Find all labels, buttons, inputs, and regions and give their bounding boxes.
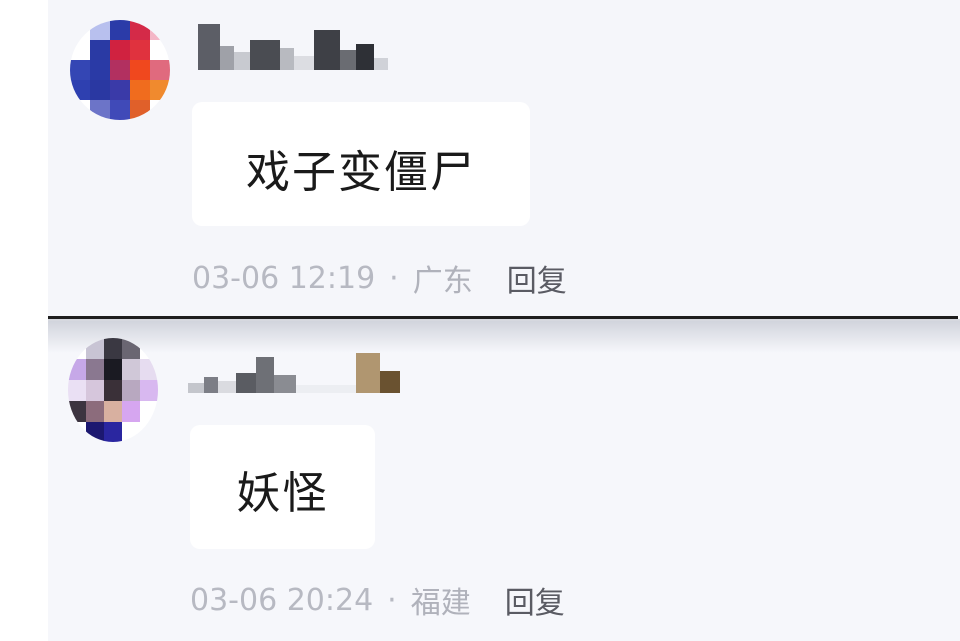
avatar-mosaic-pixel — [130, 80, 150, 100]
username-mosaic-block — [236, 373, 256, 393]
comment-content: 戏子变僵尸 — [246, 147, 476, 198]
comment-content: 妖怪 — [236, 468, 329, 519]
comment-timestamp: 03-06 12:19 — [192, 260, 376, 296]
avatar[interactable] — [70, 20, 170, 120]
avatar-mosaic-pixel — [122, 359, 140, 380]
avatar-mosaic-pixel — [130, 60, 150, 80]
avatar-mosaic-pixel — [110, 20, 130, 40]
username-mosaic-block — [234, 52, 250, 70]
comment-location: 福建 — [410, 586, 471, 621]
username-mosaic-block — [294, 56, 314, 70]
avatar-mosaic-pixel — [90, 80, 110, 100]
avatar[interactable] — [68, 338, 158, 442]
comment-list: 戏子变僵尸 03-06 12:19 · 广东 回复 妖怪 03-06 20:24… — [0, 0, 960, 641]
avatar-mosaic-pixel — [150, 60, 170, 80]
reply-button[interactable]: 回复 — [507, 256, 567, 300]
comment-bubble: 戏子变僵尸 — [192, 102, 530, 226]
comment-timestamp: 03-06 20:24 — [190, 582, 374, 618]
avatar-mosaic-pixel — [104, 380, 122, 401]
avatar-mosaic-pixel — [104, 422, 122, 442]
avatar-mosaic-pixel — [110, 100, 130, 120]
username[interactable] — [198, 18, 388, 70]
username-mosaic-block — [198, 24, 220, 70]
username-mosaic-block — [356, 44, 374, 70]
avatar-mosaic-pixel — [122, 380, 140, 401]
avatar-mosaic-pixel — [104, 359, 122, 380]
avatar-mosaic-pixel — [122, 401, 140, 422]
username-mosaic-block — [250, 40, 280, 70]
username-mosaic-block — [274, 375, 296, 393]
avatar-mosaic-pixel — [104, 338, 122, 359]
avatar-mosaic-pixel — [90, 40, 110, 60]
avatar-mosaic-pixel — [70, 60, 90, 80]
separator-dot: · — [387, 582, 397, 618]
comment-location: 广东 — [412, 264, 473, 299]
avatar-mosaic-pixel — [104, 401, 122, 422]
username-mosaic-block — [314, 30, 340, 70]
username-mosaic-block — [374, 58, 388, 70]
comment-meta: 03-06 20:24 · 福建 回复 — [190, 578, 565, 622]
comment-meta: 03-06 12:19 · 广东 回复 — [192, 256, 567, 300]
reply-button[interactable]: 回复 — [505, 578, 565, 622]
divider-shadow — [48, 319, 960, 353]
separator-dot: · — [389, 260, 399, 296]
username-mosaic-block — [204, 377, 218, 393]
username-mosaic-block — [256, 357, 274, 393]
username-mosaic-block — [220, 46, 234, 70]
avatar-mosaic-pixel — [86, 380, 104, 401]
avatar-mosaic-pixel — [110, 40, 130, 60]
username-mosaic-block — [280, 48, 294, 70]
username-mosaic-block — [218, 381, 236, 393]
avatar-mosaic-pixel — [110, 80, 130, 100]
username-mosaic-block — [340, 50, 356, 70]
username-mosaic-block — [188, 383, 204, 393]
avatar-mosaic-pixel — [86, 359, 104, 380]
comment-bubble: 妖怪 — [190, 425, 375, 549]
username-mosaic-block — [356, 353, 380, 393]
username-mosaic-block — [380, 371, 400, 393]
avatar-mosaic-pixel — [86, 401, 104, 422]
username[interactable] — [188, 345, 400, 393]
avatar-mosaic-pixel — [68, 380, 86, 401]
avatar-mosaic-pixel — [110, 60, 130, 80]
avatar-mosaic-pixel — [140, 380, 158, 401]
avatar-mosaic-pixel — [90, 60, 110, 80]
username-mosaic-block — [296, 385, 356, 393]
avatar-mosaic-pixel — [130, 40, 150, 60]
